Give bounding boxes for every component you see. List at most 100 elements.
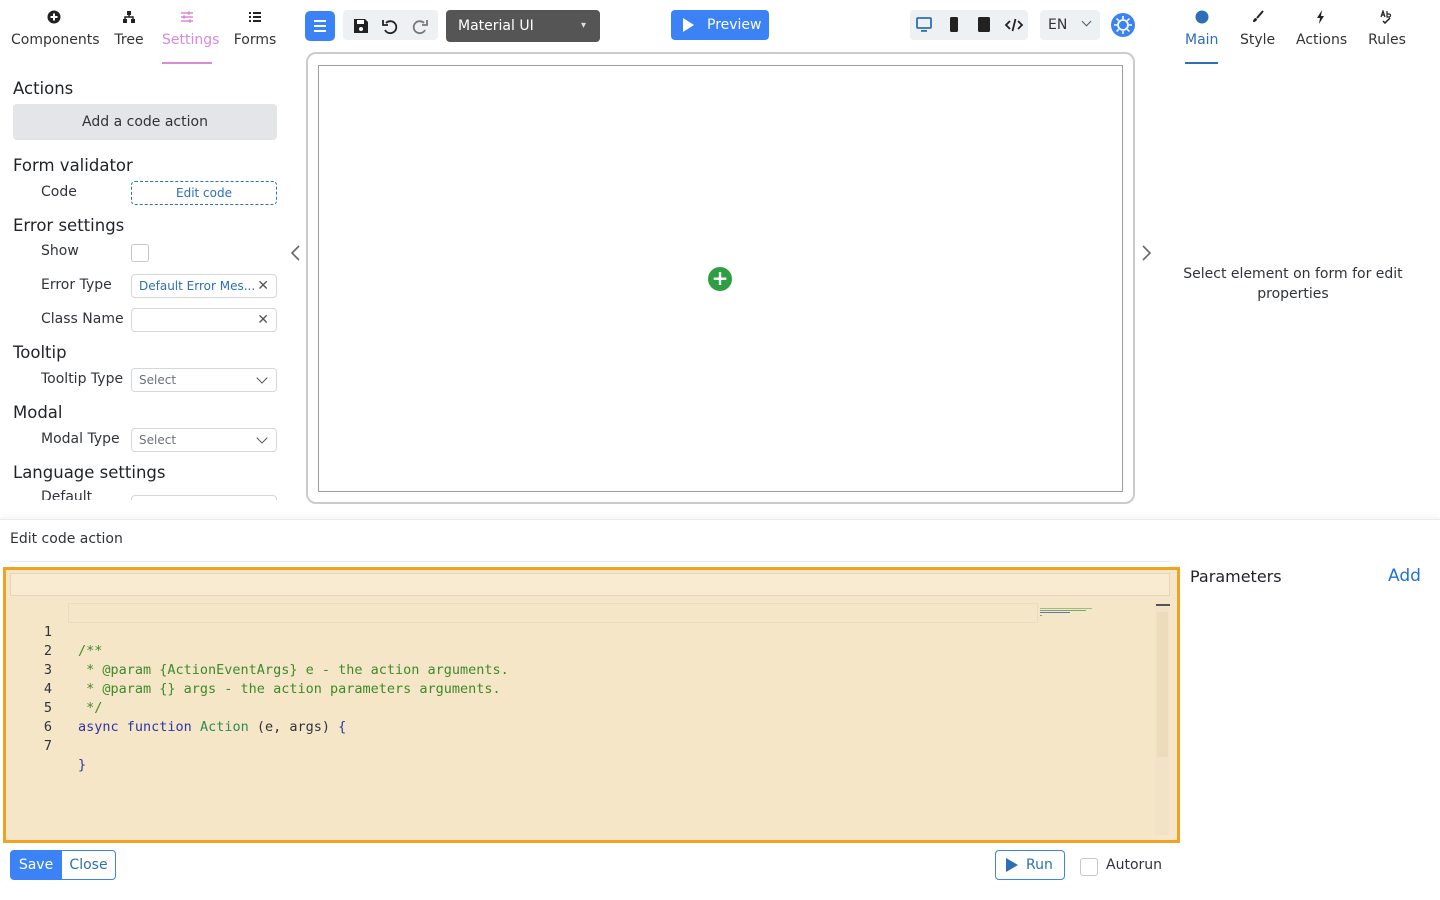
- redo-button[interactable]: [405, 11, 435, 41]
- undo-button[interactable]: [375, 11, 405, 41]
- mobile-icon: [950, 17, 958, 32]
- theme-toggle-button[interactable]: [1110, 12, 1136, 38]
- class-name-label: Class Name: [41, 311, 124, 327]
- default-language-select[interactable]: [131, 495, 277, 500]
- list-icon: [233, 10, 277, 30]
- tab-rules[interactable]: Rules: [1367, 9, 1407, 64]
- lightning-icon: [1296, 10, 1346, 30]
- spellcheck-icon: [1367, 9, 1407, 30]
- modal-type-select[interactable]: Select: [131, 428, 277, 452]
- desktop-view-button[interactable]: [914, 15, 934, 35]
- code-editor[interactable]: 1 /** 2 * @param {ActionEventArgs} e - t…: [10, 603, 1155, 835]
- menu-button[interactable]: [305, 11, 335, 41]
- redo-icon: [412, 20, 428, 35]
- tooltip-type-label: Tooltip Type: [41, 371, 124, 387]
- divider: [10, 561, 1170, 562]
- class-name-input[interactable]: ✕: [131, 308, 277, 332]
- tab-main-label: Main: [1185, 32, 1219, 48]
- tab-components[interactable]: Components: [11, 10, 100, 64]
- code-label: Code: [41, 184, 77, 200]
- editor-scroll-thumb[interactable]: [1157, 612, 1168, 757]
- default-label: Default: [41, 489, 93, 500]
- tab-main[interactable]: Main: [1185, 10, 1218, 64]
- parameters-heading: Parameters: [1190, 567, 1282, 586]
- tooltip-type-select[interactable]: Select: [131, 368, 277, 392]
- line-number: 7: [43, 738, 52, 754]
- tab-forms[interactable]: Forms: [233, 10, 277, 64]
- caret-down-icon: ▾: [580, 20, 586, 31]
- code-line: 4 */: [10, 661, 1155, 716]
- tablet-view-button[interactable]: [974, 15, 994, 35]
- tab-style[interactable]: Style: [1240, 10, 1275, 64]
- theme-select[interactable]: Material UI ▾: [446, 10, 600, 42]
- clear-icon[interactable]: ✕: [257, 275, 269, 297]
- play-icon: [683, 18, 694, 32]
- sun-icon: [1111, 13, 1135, 37]
- theme-value: Material UI: [458, 18, 534, 34]
- code-icon: [1004, 18, 1024, 32]
- chevron-down-icon: [256, 372, 268, 384]
- modal-heading: Modal: [13, 403, 63, 422]
- run-button[interactable]: Run: [995, 850, 1065, 880]
- tooltip-heading: Tooltip: [13, 343, 67, 362]
- play-icon: [1006, 858, 1018, 872]
- modal-type-placeholder: Select: [139, 433, 177, 447]
- circle-icon: [1185, 10, 1218, 30]
- save-icon: [354, 19, 368, 33]
- brush-icon: [1240, 10, 1275, 30]
- editor-find-bar[interactable]: [10, 573, 1170, 596]
- settings-sliders-icon: [162, 10, 212, 30]
- undo-icon: [382, 20, 398, 35]
- tooltip-type-placeholder: Select: [139, 373, 177, 387]
- mobile-view-button[interactable]: [944, 15, 964, 35]
- save-file-button[interactable]: [346, 11, 376, 41]
- tab-settings-label: Settings: [162, 32, 220, 48]
- run-label: Run: [1026, 857, 1053, 873]
- autorun-checkbox[interactable]: [1080, 858, 1098, 876]
- language-select[interactable]: EN: [1040, 10, 1100, 40]
- chevron-down-icon: [1081, 16, 1092, 27]
- code-line: 5 async function Action (e, args) {: [10, 680, 1155, 735]
- collapse-right-button[interactable]: [1139, 244, 1153, 262]
- error-settings-heading: Error settings: [13, 216, 125, 235]
- scroll-position-marker: [1156, 604, 1170, 606]
- language-default-row-clip: Default: [0, 486, 290, 500]
- code-view-button[interactable]: [1004, 15, 1024, 35]
- properties-hint: Select element on form for edit properti…: [1183, 266, 1403, 302]
- current-line-highlight: [68, 603, 1038, 623]
- error-type-select[interactable]: Default Error Mes... ✕: [131, 274, 277, 298]
- code-line: 6: [10, 699, 1155, 735]
- tab-components-label: Components: [11, 32, 100, 48]
- collapse-left-button[interactable]: [289, 244, 303, 262]
- tab-settings[interactable]: Settings: [162, 10, 220, 64]
- add-code-action-button[interactable]: Add a code action: [13, 104, 277, 140]
- preview-button[interactable]: Preview: [671, 10, 769, 40]
- show-checkbox[interactable]: [131, 244, 149, 262]
- chevron-left-icon: [290, 245, 300, 261]
- modal-type-label: Modal Type: [41, 431, 120, 447]
- show-label: Show: [41, 243, 79, 259]
- edit-code-button[interactable]: Edit code: [131, 181, 277, 205]
- close-button[interactable]: Close: [61, 850, 116, 880]
- code-minimap[interactable]: [1040, 607, 1092, 619]
- line-text: }: [78, 757, 87, 773]
- error-type-value: Default Error Mes...: [139, 279, 256, 293]
- language-value: EN: [1048, 17, 1068, 33]
- editor-title: Edit code action: [10, 531, 123, 547]
- code-line: 3 * @param {} args - the action paramete…: [10, 642, 1155, 697]
- error-type-label: Error Type: [41, 277, 112, 293]
- plus-circle-icon: [11, 10, 97, 30]
- add-parameter-link[interactable]: Add: [1388, 566, 1421, 586]
- actions-heading: Actions: [13, 79, 74, 98]
- autorun-label: Autorun: [1106, 857, 1163, 873]
- tab-actions[interactable]: Actions: [1296, 10, 1347, 64]
- tab-style-label: Style: [1240, 32, 1276, 48]
- tab-tree[interactable]: Tree: [112, 10, 146, 64]
- save-button[interactable]: Save: [10, 850, 62, 880]
- clear-icon[interactable]: ✕: [257, 309, 269, 331]
- chevron-down-icon: [256, 432, 268, 444]
- tab-forms-label: Forms: [233, 32, 277, 48]
- desktop-icon: [916, 17, 932, 32]
- add-component-button[interactable]: +: [708, 267, 732, 291]
- form-validator-heading: Form validator: [13, 156, 133, 175]
